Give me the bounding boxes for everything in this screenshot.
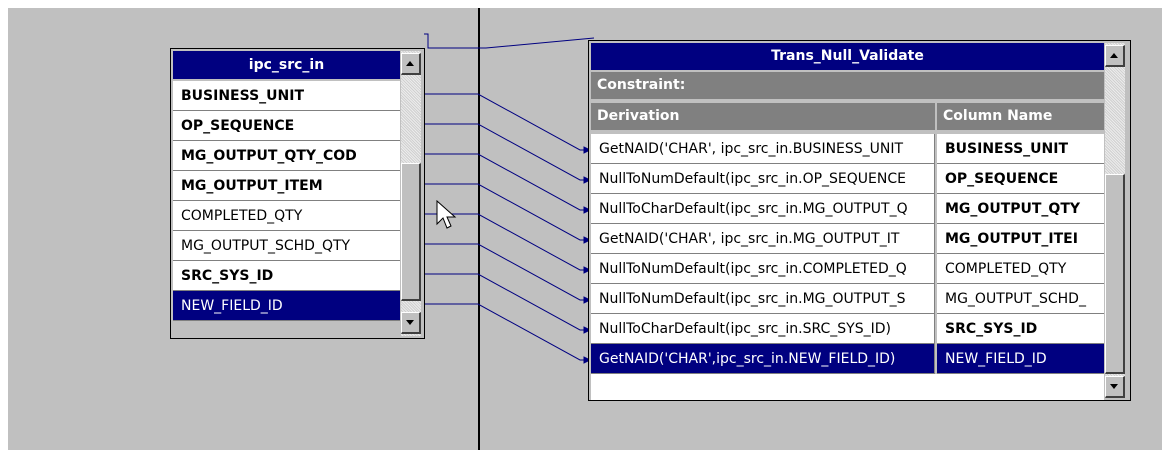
derivation-header[interactable]: Derivation [591, 103, 935, 130]
input-link-line [424, 33, 595, 49]
derivation-cell[interactable]: GetNAID('CHAR', ipc_src_in.MG_OUTPUT_IT [591, 224, 935, 254]
source-scroll-up-button[interactable] [401, 53, 421, 75]
arrow-down-icon [1110, 384, 1118, 389]
source-field-row[interactable]: MG_OUTPUT_ITEM [173, 171, 400, 201]
derivation-cell[interactable]: GetNAID('CHAR', ipc_src_in.BUSINESS_UNIT [591, 134, 935, 164]
transformer-scroll-down-button[interactable] [1105, 376, 1125, 398]
column-name-cell[interactable]: BUSINESS_UNIT [937, 134, 1104, 164]
source-field-row[interactable]: SRC_SYS_ID [173, 261, 400, 291]
transformer-scroll-thumb[interactable] [1105, 174, 1125, 374]
derivation-link-line [425, 123, 590, 181]
derivation-cell[interactable]: NullToNumDefault(ipc_src_in.OP_SEQUENCE [591, 164, 935, 194]
source-field-row[interactable]: NEW_FIELD_ID [173, 291, 400, 321]
derivation-cell[interactable]: NullToNumDefault(ipc_src_in.COMPLETED_Q [591, 254, 935, 284]
transformer-title[interactable]: Trans_Null_Validate [591, 43, 1104, 70]
arrow-down-icon [406, 320, 414, 325]
derivation-link-line [425, 93, 590, 151]
column-name-cell[interactable]: COMPLETED_QTY [937, 254, 1104, 284]
source-field-row[interactable]: MG_OUTPUT_SCHD_QTY [173, 231, 400, 261]
source-scroll-thumb[interactable] [401, 163, 421, 301]
mouse-pointer-icon [436, 200, 457, 229]
transformer-scroll-up-button[interactable] [1105, 45, 1125, 67]
column-name-header[interactable]: Column Name [937, 103, 1104, 130]
column-name-cell[interactable]: MG_OUTPUT_QTY [937, 194, 1104, 224]
arrow-up-icon [1110, 53, 1118, 58]
column-name-cell[interactable]: MG_OUTPUT_SCHD_ [937, 284, 1104, 314]
derivation-cell[interactable]: NullToNumDefault(ipc_src_in.MG_OUTPUT_S [591, 284, 935, 314]
derivation-link-line [425, 303, 590, 361]
source-scroll-down-button[interactable] [401, 312, 421, 334]
source-table-window[interactable]: ipc_src_in BUSINESS_UNIT OP_SEQUENCE MG_OU… [170, 48, 425, 339]
constraint-label[interactable]: Constraint: [591, 72, 1104, 99]
empty-row-area[interactable] [591, 374, 1104, 400]
column-name-cell[interactable]: NEW_FIELD_ID [937, 344, 1104, 374]
source-table-title[interactable]: ipc_src_in [173, 51, 400, 79]
source-field-row[interactable]: COMPLETED_QTY [173, 201, 400, 231]
column-name-cell[interactable]: SRC_SYS_ID [937, 314, 1104, 344]
derivation-cell[interactable]: GetNAID('CHAR',ipc_src_in.NEW_FIELD_ID) [591, 344, 935, 374]
derivation-cell[interactable]: NullToCharDefault(ipc_src_in.MG_OUTPUT_Q [591, 194, 935, 224]
source-field-row[interactable]: BUSINESS_UNIT [173, 81, 400, 111]
transformer-window[interactable]: Trans_Null_Validate Constraint: Derivati… [588, 40, 1131, 401]
source-field-row[interactable]: OP_SEQUENCE [173, 111, 400, 141]
derivation-link-line [425, 243, 590, 301]
derivation-link-line [425, 273, 590, 331]
arrow-up-icon [406, 61, 414, 66]
source-field-row[interactable]: MG_OUTPUT_QTY_COD [173, 141, 400, 171]
column-name-cell[interactable]: MG_OUTPUT_ITEI [937, 224, 1104, 254]
derivation-cell[interactable]: NullToCharDefault(ipc_src_in.SRC_SYS_ID) [591, 314, 935, 344]
designer-canvas[interactable]: ipc_src_in BUSINESS_UNIT OP_SEQUENCE MG_OU… [8, 8, 1162, 450]
column-name-cell[interactable]: OP_SEQUENCE [937, 164, 1104, 194]
